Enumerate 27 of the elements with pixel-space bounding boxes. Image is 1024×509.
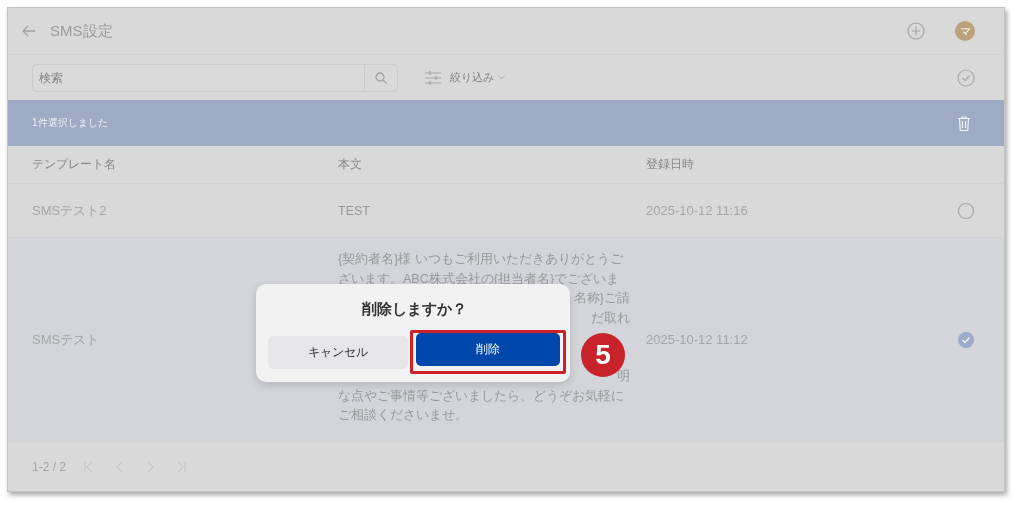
search-field[interactable]: 検索 (32, 63, 364, 92)
radio-icon[interactable] (957, 201, 975, 220)
sliders-icon[interactable] (425, 70, 441, 85)
caret-icon (498, 75, 505, 80)
back-arrow-icon[interactable] (22, 25, 36, 37)
check-circle-icon[interactable] (957, 68, 975, 87)
table-cell: TEST (338, 203, 370, 218)
cancel-button[interactable]: キャンセル (268, 335, 408, 369)
table-cell: だ取れ (591, 309, 630, 327)
table-cell: 名称}ご請 (573, 290, 630, 307)
search-icon (375, 71, 387, 84)
table-cell: ご相談くださいませ。 (338, 407, 468, 424)
checked-radio-icon[interactable] (957, 330, 975, 349)
column-header[interactable]: 登録日時 (646, 156, 694, 173)
dialog-title: 削除しますか？ (361, 300, 467, 319)
page-title: SMS設定 (50, 21, 113, 41)
column-header[interactable]: テンプレート名 (32, 156, 338, 173)
selection-count: 1件選択しました (32, 116, 108, 130)
table-cell: {契約者名}様 いつもご利用いただきありがとうご (338, 251, 623, 268)
add-icon[interactable] (907, 22, 925, 40)
delete-button[interactable]: 削除 (416, 333, 560, 366)
trash-icon[interactable] (958, 115, 970, 131)
filter-dropdown[interactable]: 絞り込み (450, 70, 505, 85)
user-avatar[interactable]: マ (955, 21, 975, 41)
search-button[interactable] (364, 63, 398, 92)
column-header[interactable]: 本文 (338, 156, 646, 173)
table-cell: な点やご事情等ございましたら、どうぞお気軽に (338, 387, 624, 405)
